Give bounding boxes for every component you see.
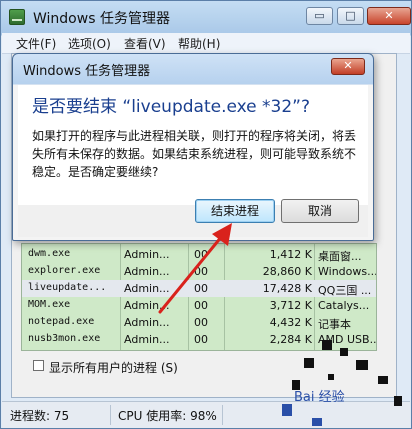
baidu-jingyan-watermark bbox=[282, 330, 412, 429]
watermark-text: Bai 经验 bbox=[294, 390, 345, 405]
arrow-shaft bbox=[158, 234, 224, 314]
